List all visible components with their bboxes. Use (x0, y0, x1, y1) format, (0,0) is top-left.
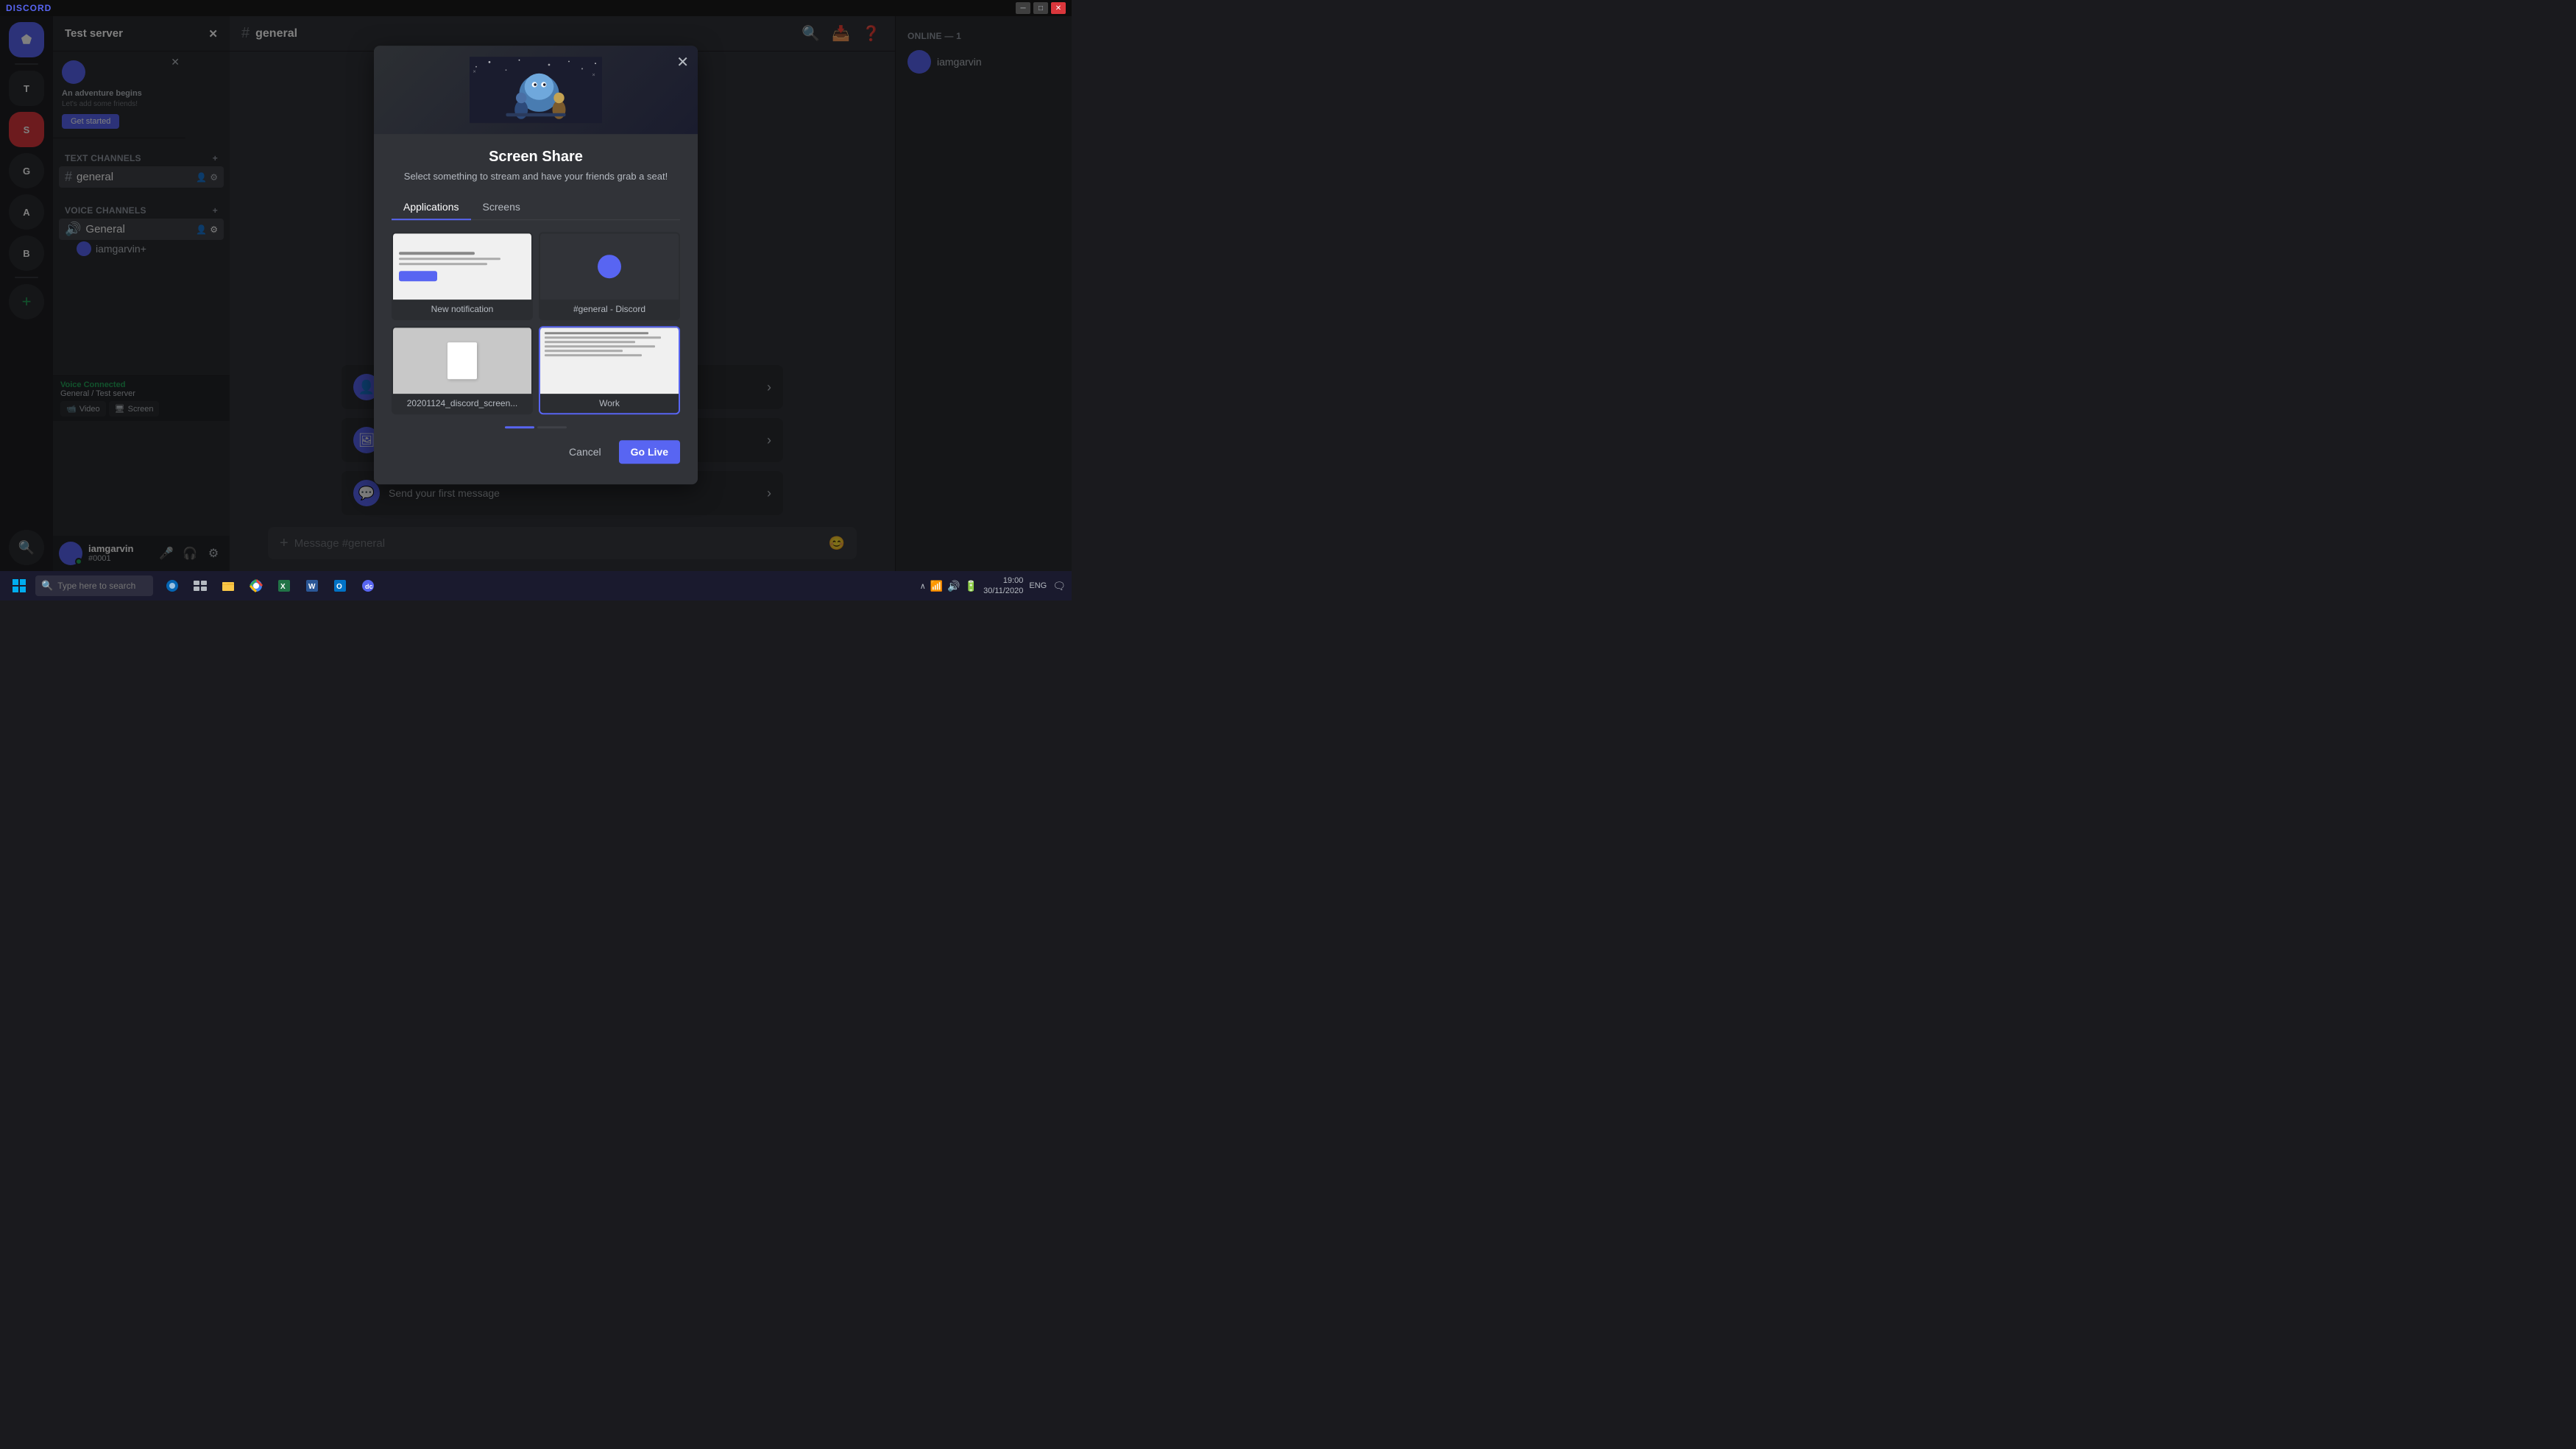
illustration-svg: × × (470, 53, 602, 127)
app-name-discord: #general - Discord (540, 300, 679, 319)
taskbar: 🔍 (0, 571, 1072, 600)
taskbar-app-word[interactable]: W (299, 573, 325, 599)
doc-line-2 (545, 336, 661, 339)
app-preview-file (393, 327, 531, 394)
search-icon: 🔍 (41, 580, 53, 592)
excel-icon: X (277, 578, 291, 593)
svg-text:×: × (473, 68, 476, 75)
svg-text:×: × (592, 71, 595, 78)
preview-line-3 (399, 263, 487, 265)
discord-preview-icon (598, 255, 621, 278)
scroll-indicator (392, 426, 680, 428)
svg-text:O: O (336, 583, 342, 591)
screen-share-modal: × × ✕ Screen Share Select something to s… (374, 46, 698, 484)
cancel-button[interactable]: Cancel (557, 440, 613, 464)
language-indicator[interactable]: ENG (1029, 581, 1047, 590)
maximize-button[interactable]: □ (1033, 2, 1048, 14)
app-item-work[interactable]: Work (539, 326, 680, 414)
word-icon: W (305, 578, 319, 593)
taskbar-search-input[interactable] (57, 581, 147, 591)
notification-center-icon[interactable]: 🗨 (1052, 580, 1066, 592)
battery-icon[interactable]: 🔋 (965, 580, 977, 592)
go-live-button[interactable]: Go Live (619, 440, 680, 464)
modal-tabs: Applications Screens (392, 195, 680, 220)
app-name-work: Work (540, 394, 679, 413)
app-preview-discord (540, 233, 679, 300)
discord-taskbar-icon: dc (361, 578, 375, 593)
doc-line-6 (545, 354, 642, 356)
taskbar-system-icons: ∧ 📶 🔊 🔋 (920, 580, 977, 592)
app-name-file: 20201124_discord_screen... (393, 394, 531, 413)
app-item-file[interactable]: 20201124_discord_screen... (392, 326, 533, 414)
preview-line-1 (399, 252, 475, 255)
volume-icon[interactable]: 🔊 (947, 580, 960, 592)
modal-subtitle: Select something to stream and have your… (392, 170, 680, 183)
taskbar-right: ∧ 📶 🔊 🔋 19:00 30/11/2020 ENG 🗨 (920, 575, 1066, 597)
windows-logo (12, 578, 26, 593)
doc-line-1 (545, 332, 648, 334)
modal-body: Screen Share Select something to stream … (374, 134, 698, 484)
taskbar-app-chrome[interactable] (243, 573, 269, 599)
modal-title: Screen Share (392, 149, 680, 166)
notification-preview (393, 233, 531, 300)
tab-applications[interactable]: Applications (392, 195, 471, 220)
app-preview-work (540, 327, 679, 394)
explorer-icon (221, 578, 236, 593)
discord-logo: DISCORD (6, 3, 52, 13)
doc-preview (540, 327, 679, 394)
taskbar-app-outlook[interactable]: O (327, 573, 353, 599)
minimize-button[interactable]: ─ (1016, 2, 1030, 14)
app-preview-notification (393, 233, 531, 300)
taskbar-app-excel[interactable]: X (271, 573, 297, 599)
app-name-notification: New notification (393, 300, 531, 319)
start-button[interactable] (6, 575, 32, 597)
app-item-discord[interactable]: #general - Discord (539, 232, 680, 320)
taskbar-app-cortana[interactable] (159, 573, 185, 599)
cortana-icon (165, 578, 180, 593)
close-button[interactable]: ✕ (1051, 2, 1066, 14)
doc-line-4 (545, 345, 655, 347)
modal-illustration: × × ✕ (374, 46, 698, 134)
file-icon (447, 342, 477, 379)
window-controls: ─ □ ✕ (1016, 2, 1066, 14)
outlook-icon: O (333, 578, 347, 593)
taskbar-app-discord[interactable]: dc (355, 573, 381, 599)
taskbar-app-explorer[interactable] (215, 573, 241, 599)
up-arrow-icon[interactable]: ∧ (920, 581, 926, 591)
tab-screens[interactable]: Screens (471, 195, 532, 220)
chrome-icon (249, 578, 263, 593)
scroll-dot-1 (505, 426, 534, 428)
taskbar-app-taskview[interactable] (187, 573, 213, 599)
svg-text:dc: dc (365, 583, 373, 590)
time-display: 19:00 (983, 575, 1023, 586)
doc-line-5 (545, 350, 623, 352)
modal-footer: Cancel Go Live (392, 440, 680, 470)
taskbar-search-box[interactable]: 🔍 (35, 575, 153, 596)
taskbar-time[interactable]: 19:00 30/11/2020 (983, 575, 1023, 597)
doc-line-3 (545, 341, 635, 343)
scroll-dot-2 (537, 426, 567, 428)
preview-line-2 (399, 258, 500, 260)
date-display: 30/11/2020 (983, 586, 1023, 596)
app-grid: New notification #general - Discord (392, 232, 680, 414)
preview-button (399, 271, 437, 281)
title-bar: DISCORD ─ □ ✕ (0, 0, 1072, 16)
file-preview (393, 327, 531, 394)
svg-text:X: X (280, 583, 286, 591)
svg-text:W: W (308, 583, 316, 591)
taskbar-apps: X W O dc (159, 573, 381, 599)
modal-close-button[interactable]: ✕ (676, 53, 689, 71)
taskview-icon (193, 578, 208, 593)
network-icon[interactable]: 📶 (930, 580, 943, 592)
discord-preview (540, 233, 679, 300)
app-item-notification[interactable]: New notification (392, 232, 533, 320)
